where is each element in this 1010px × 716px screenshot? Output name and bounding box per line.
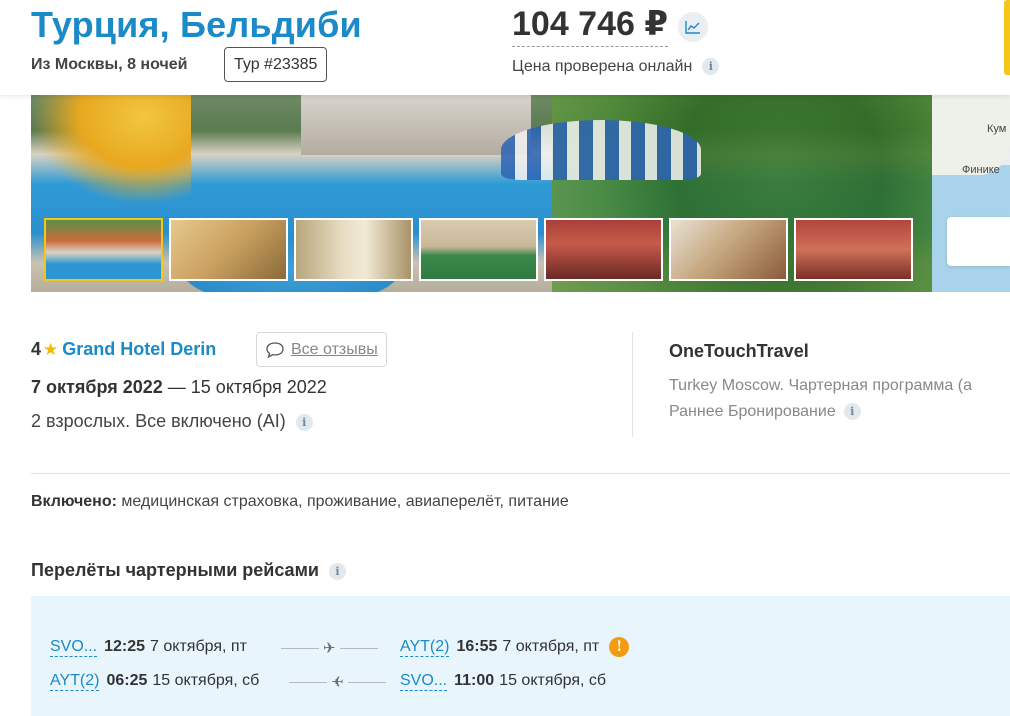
speech-bubble-icon: [266, 341, 284, 358]
hotel-photo-gallery[interactable]: [31, 95, 932, 292]
price-chart-button[interactable]: [678, 12, 708, 42]
flights-box: SVO... 12:25 7 октября, пт ✈ AYT(2) 16:5…: [31, 596, 1010, 716]
departure-date: 7 октября, пт: [150, 638, 247, 655]
tour-program: Turkey Moscow. Чартерная программа (а: [669, 377, 972, 394]
side-panel-edge[interactable]: [1004, 0, 1010, 75]
star-icon: ★: [43, 339, 59, 359]
map-label: Финике: [962, 164, 1000, 176]
gallery-thumb[interactable]: [294, 218, 413, 281]
all-reviews-button[interactable]: Все отзывы: [256, 332, 387, 367]
guests-text: 2 взрослых. Все включено (AI): [31, 411, 286, 431]
departure-date: 15 октября, сб: [152, 672, 260, 689]
early-booking: Раннее Бронирование i: [669, 403, 861, 421]
gallery-thumb[interactable]: [544, 218, 663, 281]
arrival-date: 7 октября, пт: [502, 638, 600, 655]
included-label: Включено:: [31, 493, 117, 510]
departure-time: 12:25: [104, 638, 146, 655]
flight-arrow: ✈: [289, 673, 386, 691]
date-separator: —: [162, 377, 191, 397]
tour-price[interactable]: 104 746 ₽: [512, 4, 669, 47]
arrival-time: 11:00: [454, 672, 495, 689]
info-icon[interactable]: i: [295, 413, 313, 431]
flight-row-outbound-arrival: AYT(2) 16:55 7 октября, пт !: [400, 636, 630, 658]
departure-time: 06:25: [106, 672, 148, 689]
map-overlay-box[interactable]: [947, 217, 1010, 266]
departure-airport-link[interactable]: SVO...: [50, 638, 98, 657]
arrival-date: 15 октября, сб: [499, 672, 607, 689]
map-land: [932, 95, 1010, 175]
departure-airport-link[interactable]: AYT(2): [50, 672, 100, 691]
hotel-stars: 4: [31, 339, 42, 359]
all-reviews-label: Все отзывы: [291, 340, 378, 358]
gallery-thumb[interactable]: [794, 218, 913, 281]
info-icon[interactable]: i: [328, 562, 346, 580]
tour-dates: 7 октября 2022 — 15 октября 2022: [31, 377, 327, 398]
date-to: 15 октября 2022: [190, 377, 327, 397]
flights-section-title: Перелёты чартерными рейсами i: [31, 560, 346, 581]
guests-meal: 2 взрослых. Все включено (AI) i: [31, 411, 313, 432]
arrival-airport-link[interactable]: AYT(2): [400, 638, 450, 657]
flight-row-return: AYT(2) 06:25 15 октября, сб: [50, 670, 259, 692]
hotel-name-link[interactable]: Grand Hotel Derin: [62, 339, 216, 360]
trend-chart-icon: [685, 21, 700, 34]
included-text: медицинская страховка, проживание, авиап…: [116, 493, 569, 510]
airplane-left-icon: ✈: [331, 674, 344, 691]
early-booking-text: Раннее Бронирование: [669, 403, 836, 420]
vertical-divider: [632, 332, 633, 437]
tour-header: Турция, Бельдиби Из Москвы, 8 ночей Тур …: [0, 0, 1010, 95]
info-icon[interactable]: i: [702, 58, 720, 76]
tour-number-badge: Тур #23385: [224, 47, 328, 82]
photo-waterslide: [31, 95, 191, 205]
airplane-right-icon: ✈: [323, 640, 336, 657]
gallery-thumb[interactable]: [169, 218, 288, 281]
page-title: Турция, Бельдиби: [31, 4, 362, 45]
tour-operator-name: OneTouchTravel: [669, 341, 809, 361]
arrival-airport-link[interactable]: SVO...: [400, 672, 448, 691]
tour-subtitle: Из Москвы, 8 ночей: [31, 56, 188, 73]
price-checked-note: Цена проверена онлайн i: [512, 58, 720, 76]
gallery-thumb[interactable]: [44, 218, 163, 281]
arrival-time: 16:55: [456, 638, 498, 655]
map-label: Кум: [987, 123, 1007, 135]
flight-arrow: ✈: [281, 639, 378, 657]
photo-umbrellas: [501, 120, 701, 180]
hotel-title-line: 4 ★ Grand Hotel Derin: [31, 339, 216, 360]
flight-row-return-arrival: SVO... 11:00 15 октября, сб: [400, 670, 606, 692]
flight-row-outbound: SVO... 12:25 7 октября, пт: [50, 636, 247, 658]
info-icon[interactable]: i: [843, 403, 861, 421]
flights-title-text: Перелёты чартерными рейсами: [31, 560, 319, 580]
date-from: 7 октября 2022: [31, 377, 163, 397]
photo-building: [301, 95, 531, 155]
warning-icon[interactable]: !: [609, 637, 630, 657]
horizontal-divider: [31, 473, 1010, 474]
gallery-thumbnails: [44, 218, 913, 281]
price-checked-text: Цена проверена онлайн: [512, 58, 693, 75]
included-services: Включено: медицинская страховка, прожива…: [31, 493, 569, 511]
gallery-thumb[interactable]: [669, 218, 788, 281]
hotel-map[interactable]: Кум Финике: [932, 95, 1010, 292]
gallery-thumb[interactable]: [419, 218, 538, 281]
